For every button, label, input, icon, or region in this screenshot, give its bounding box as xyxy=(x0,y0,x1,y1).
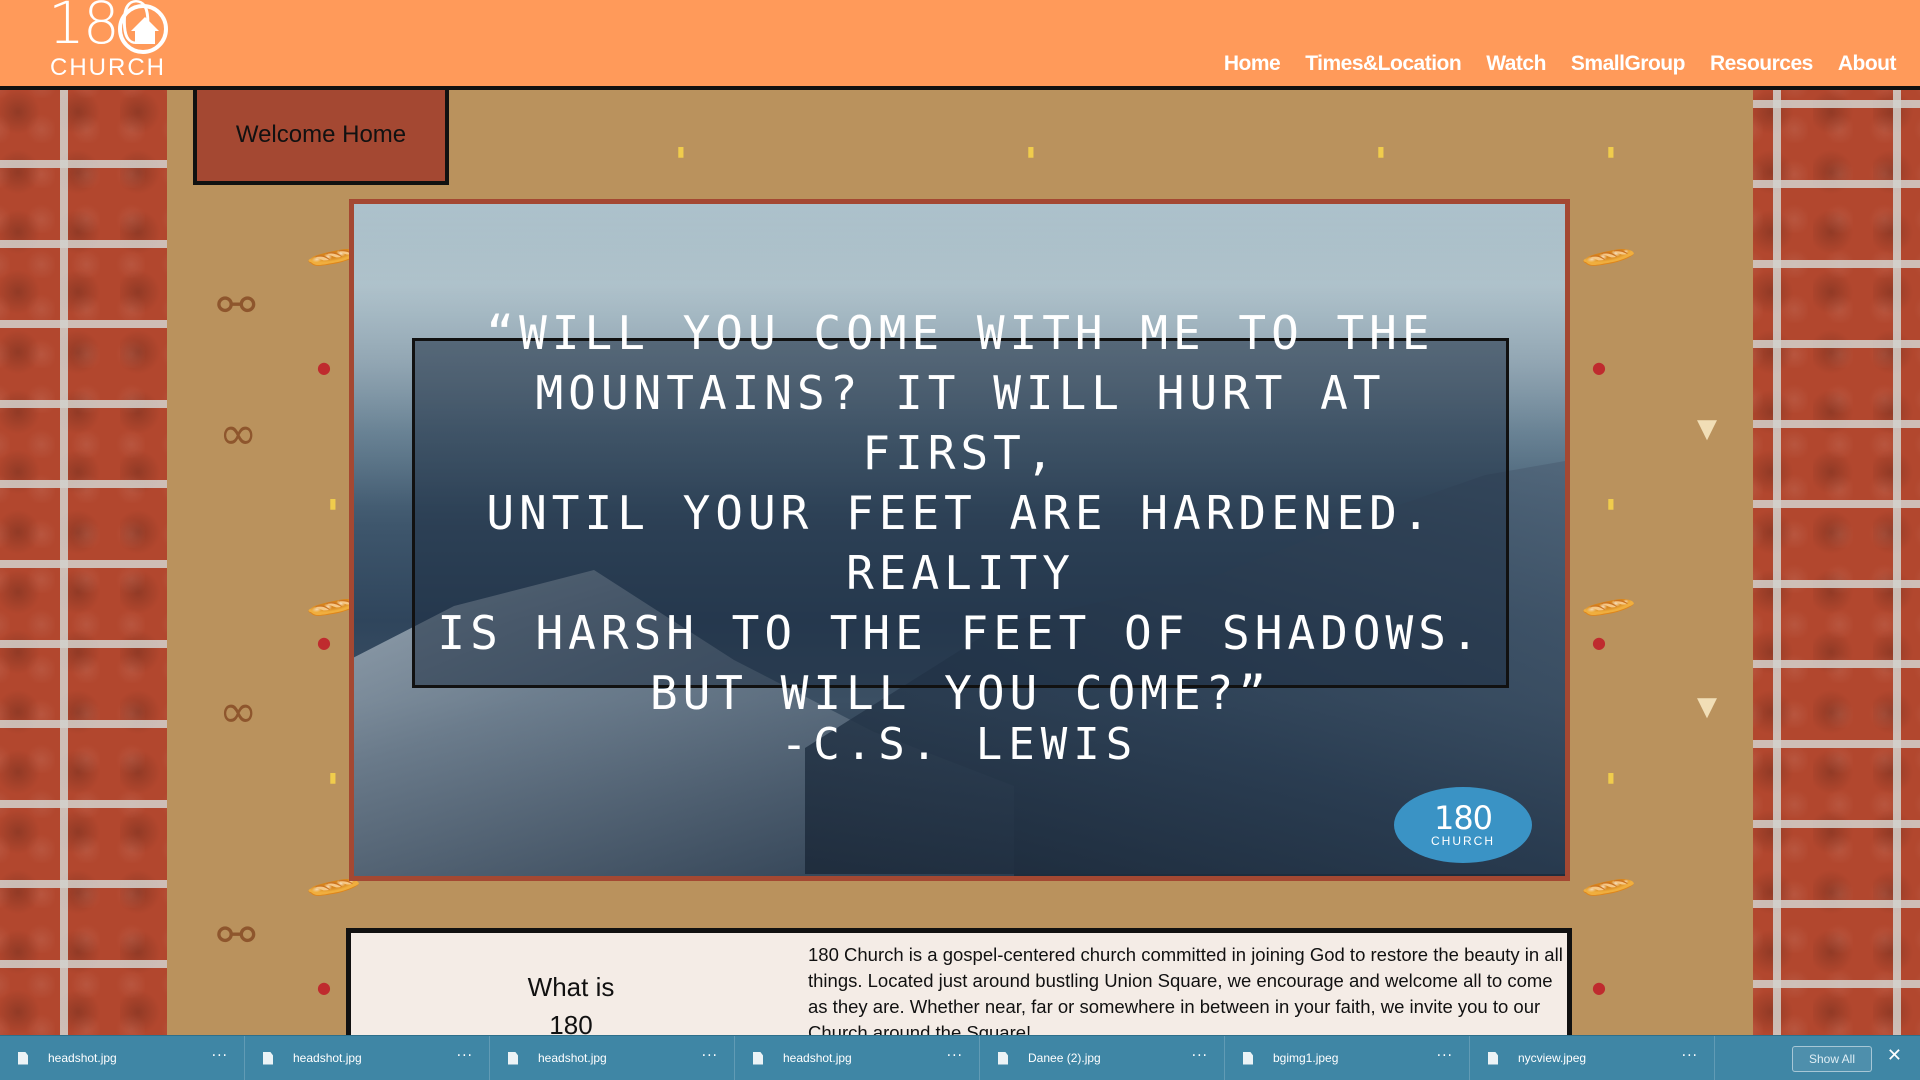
file-icon xyxy=(1488,1051,1498,1065)
cup-icon: ▮ xyxy=(677,144,685,160)
pretzel-icon: ∞ xyxy=(219,406,258,460)
church-logo[interactable]: 180 CHURCH xyxy=(48,0,168,84)
more-options-icon[interactable]: ··· xyxy=(1192,1048,1208,1064)
ice-cream-icon: ▼ xyxy=(1697,692,1717,722)
hero-quote-image: “WILL YOU COME WITH ME TO THE MOUNTAINS?… xyxy=(349,199,1570,881)
download-item[interactable]: Danee (2).jpg ··· xyxy=(980,1036,1225,1080)
file-icon xyxy=(263,1051,273,1065)
about-section: What is 180 180 Church is a gospel-cente… xyxy=(346,928,1572,1046)
nav-watch[interactable]: Watch xyxy=(1486,52,1546,76)
download-item[interactable]: headshot.jpg ··· xyxy=(245,1036,490,1080)
more-options-icon[interactable]: ··· xyxy=(1682,1048,1698,1064)
download-item[interactable]: headshot.jpg ··· xyxy=(735,1036,980,1080)
about-heading: What is 180 xyxy=(471,968,671,1044)
nav-small-group[interactable]: SmallGroup xyxy=(1571,52,1686,76)
about-body-text: 180 Church is a gospel-centered church c… xyxy=(808,944,1563,1043)
nav-times-location[interactable]: Times&Location xyxy=(1305,52,1461,76)
pretzel-icon: ∞ xyxy=(219,684,258,738)
file-icon xyxy=(753,1051,763,1065)
house-icon xyxy=(118,4,168,54)
downloads-bar: headshot.jpg ··· headshot.jpg ··· headsh… xyxy=(0,1035,1920,1080)
cup-icon: ▮ xyxy=(329,770,337,786)
cherry-icon: ● xyxy=(317,358,331,377)
quote-text: “WILL YOU COME WITH ME TO THE MOUNTAINS?… xyxy=(437,306,1484,720)
quote-box: “WILL YOU COME WITH ME TO THE MOUNTAINS?… xyxy=(412,306,1509,720)
cherry-icon: ● xyxy=(1592,978,1606,997)
cherry-icon: ● xyxy=(1592,358,1606,377)
cup-icon: ▮ xyxy=(329,496,337,512)
cherry-icon: ● xyxy=(317,978,331,997)
more-options-icon[interactable]: ··· xyxy=(1437,1048,1453,1064)
download-filename: headshot.jpg xyxy=(48,1051,117,1065)
cup-icon: ▮ xyxy=(1607,144,1615,160)
more-options-icon[interactable]: ··· xyxy=(212,1048,228,1064)
cup-icon: ▮ xyxy=(1027,144,1035,160)
church-badge-logo: 180 CHURCH xyxy=(1394,787,1532,863)
baguette-icon: 🥖 xyxy=(1579,579,1637,637)
download-item[interactable]: headshot.jpg ··· xyxy=(0,1036,245,1080)
more-options-icon[interactable]: ··· xyxy=(947,1048,963,1064)
download-filename: headshot.jpg xyxy=(293,1051,362,1065)
download-filename: Danee (2).jpg xyxy=(1028,1051,1101,1065)
cup-icon: ▮ xyxy=(1607,496,1615,512)
download-filename: nycview.jpeg xyxy=(1518,1051,1587,1065)
show-all-button[interactable]: Show All xyxy=(1791,1046,1872,1072)
main-nav: Home Times&Location Watch SmallGroup Res… xyxy=(1224,52,1897,76)
nav-about[interactable]: About xyxy=(1838,52,1897,76)
nav-resources[interactable]: Resources xyxy=(1710,52,1813,76)
file-icon xyxy=(18,1051,28,1065)
site-header: 180 CHURCH Home Times&Location Watch Sma… xyxy=(0,0,1920,90)
file-icon xyxy=(998,1051,1008,1065)
logo-word: CHURCH xyxy=(50,54,166,81)
ice-cream-icon: ▼ xyxy=(1697,414,1717,444)
badge-number: 180 xyxy=(1433,799,1493,837)
baguette-icon: 🥖 xyxy=(1579,859,1637,917)
brick-wall-left xyxy=(0,88,167,1036)
badge-word: CHURCH xyxy=(1431,834,1495,848)
about-heading-line1: What is xyxy=(527,972,615,1002)
file-icon xyxy=(508,1051,518,1065)
nav-home[interactable]: Home xyxy=(1224,52,1281,76)
cup-icon: ▮ xyxy=(1607,770,1615,786)
download-item[interactable]: headshot.jpg ··· xyxy=(490,1036,735,1080)
welcome-home-label: Welcome Home xyxy=(235,120,407,148)
brick-wall-right xyxy=(1753,88,1920,1036)
file-icon xyxy=(1243,1051,1253,1065)
close-icon[interactable]: ✕ xyxy=(1887,1045,1902,1066)
cup-icon: ▮ xyxy=(1377,144,1385,160)
download-filename: bgimg1.jpeg xyxy=(1273,1051,1339,1065)
download-item[interactable]: nycview.jpeg ··· xyxy=(1470,1036,1715,1080)
download-filename: headshot.jpg xyxy=(783,1051,852,1065)
cherry-icon: ● xyxy=(317,633,331,652)
quote-author: -C.S. LEWIS xyxy=(780,719,1139,770)
baguette-icon: 🥖 xyxy=(1579,229,1637,287)
cherry-icon: ● xyxy=(1592,633,1606,652)
welcome-home-box: Welcome Home xyxy=(193,88,449,185)
more-options-icon[interactable]: ··· xyxy=(702,1048,718,1064)
download-filename: headshot.jpg xyxy=(538,1051,607,1065)
pretzel-icon: ⚯ xyxy=(217,908,256,962)
download-item[interactable]: bgimg1.jpeg ··· xyxy=(1225,1036,1470,1080)
pretzel-icon: ⚯ xyxy=(217,278,256,332)
more-options-icon[interactable]: ··· xyxy=(457,1048,473,1064)
